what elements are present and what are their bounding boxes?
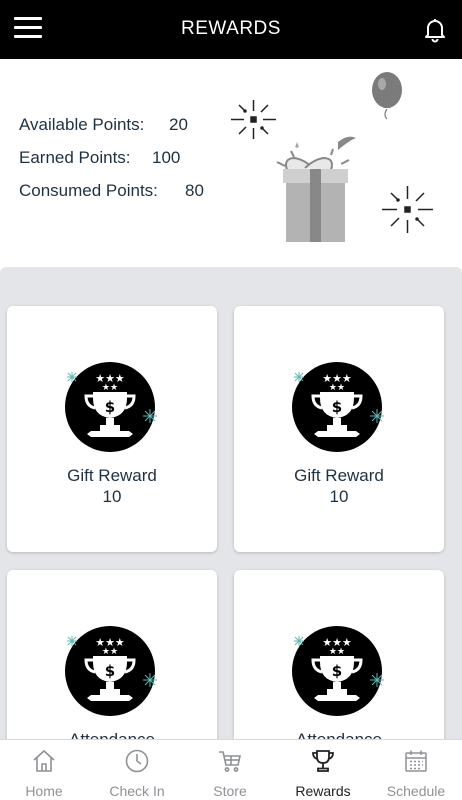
nav-store-label: Store <box>213 783 247 799</box>
nav-store[interactable]: Store <box>184 740 276 800</box>
reward-card[interactable]: ★★★ ★★ $ Attendance <box>234 570 444 739</box>
firework-icon <box>382 186 433 233</box>
nav-rewards-label: Rewards <box>295 783 351 799</box>
svg-text:★★: ★★ <box>102 647 118 657</box>
calendar-icon <box>405 750 427 772</box>
reward-name: Attendance <box>7 730 217 739</box>
earned-points-label: Earned Points: <box>19 148 131 167</box>
consumed-points-label: Consumed Points: <box>19 181 158 200</box>
available-points-label: Available Points: <box>19 115 145 134</box>
cart-icon <box>219 751 241 772</box>
available-points: Available Points: 20 <box>19 115 188 135</box>
svg-text:$: $ <box>105 398 115 416</box>
svg-text:★★: ★★ <box>329 647 345 657</box>
page-title: REWARDS <box>181 18 281 39</box>
nav-home-label: Home <box>25 783 63 799</box>
points-summary: Available Points: 20 Earned Points: 100 … <box>0 59 462 267</box>
trophy-badge-icon: ★★★ ★★ $ <box>65 626 157 716</box>
available-points-value: 20 <box>169 115 188 134</box>
nav-schedule-label: Schedule <box>386 783 446 799</box>
trophy-badge-icon: ★★★ ★★ $ <box>65 362 157 452</box>
balloon-icon <box>372 72 402 120</box>
nav-schedule[interactable]: Schedule <box>370 740 462 800</box>
reward-name: Attendance <box>234 730 444 739</box>
nav-home[interactable]: Home <box>0 740 90 800</box>
svg-text:★★: ★★ <box>102 383 118 393</box>
gift-illustration <box>231 72 433 242</box>
top-app-bar: REWARDS <box>0 0 462 59</box>
nav-check-in[interactable]: Check In <box>91 740 183 800</box>
trophy-icon <box>312 750 334 772</box>
gift-box-icon <box>276 136 356 242</box>
earned-points: Earned Points: 100 <box>19 148 180 168</box>
firework-icon <box>231 100 276 139</box>
bell-icon[interactable] <box>421 15 449 43</box>
svg-text:$: $ <box>105 662 115 680</box>
reward-points: 10 <box>329 487 349 506</box>
svg-text:$: $ <box>332 398 342 416</box>
trophy-badge-icon: ★★★ ★★ $ <box>292 626 384 716</box>
svg-text:$: $ <box>332 662 342 680</box>
consumed-points-value: 80 <box>185 181 204 200</box>
reward-name: Gift Reward <box>67 466 157 485</box>
nav-rewards[interactable]: Rewards <box>277 740 369 800</box>
clock-icon <box>125 749 149 773</box>
reward-name: Gift Reward <box>294 466 384 485</box>
bottom-navigation: Home Check In Store Rewards Schedule <box>0 739 462 800</box>
reward-card[interactable]: ★★★ ★★ $ Attendance <box>7 570 217 739</box>
consumed-points: Consumed Points: 80 <box>19 181 204 201</box>
nav-check-in-label: Check In <box>109 783 165 799</box>
earned-points-value: 100 <box>152 148 181 167</box>
home-icon <box>33 749 55 772</box>
svg-text:★★: ★★ <box>329 383 345 393</box>
trophy-badge-icon: ★★★ ★★ $ <box>292 362 384 452</box>
reward-points: 10 <box>102 487 122 506</box>
reward-card[interactable]: ★★★ ★★ $ Gift Reward 10 <box>234 306 444 552</box>
reward-card[interactable]: ★★★ ★★ $ Gift Reward 10 <box>7 306 217 552</box>
rewards-grid: ★★★ ★★ $ Gift Reward 10 ★★★ ★★ $ Gift Re… <box>0 267 462 739</box>
